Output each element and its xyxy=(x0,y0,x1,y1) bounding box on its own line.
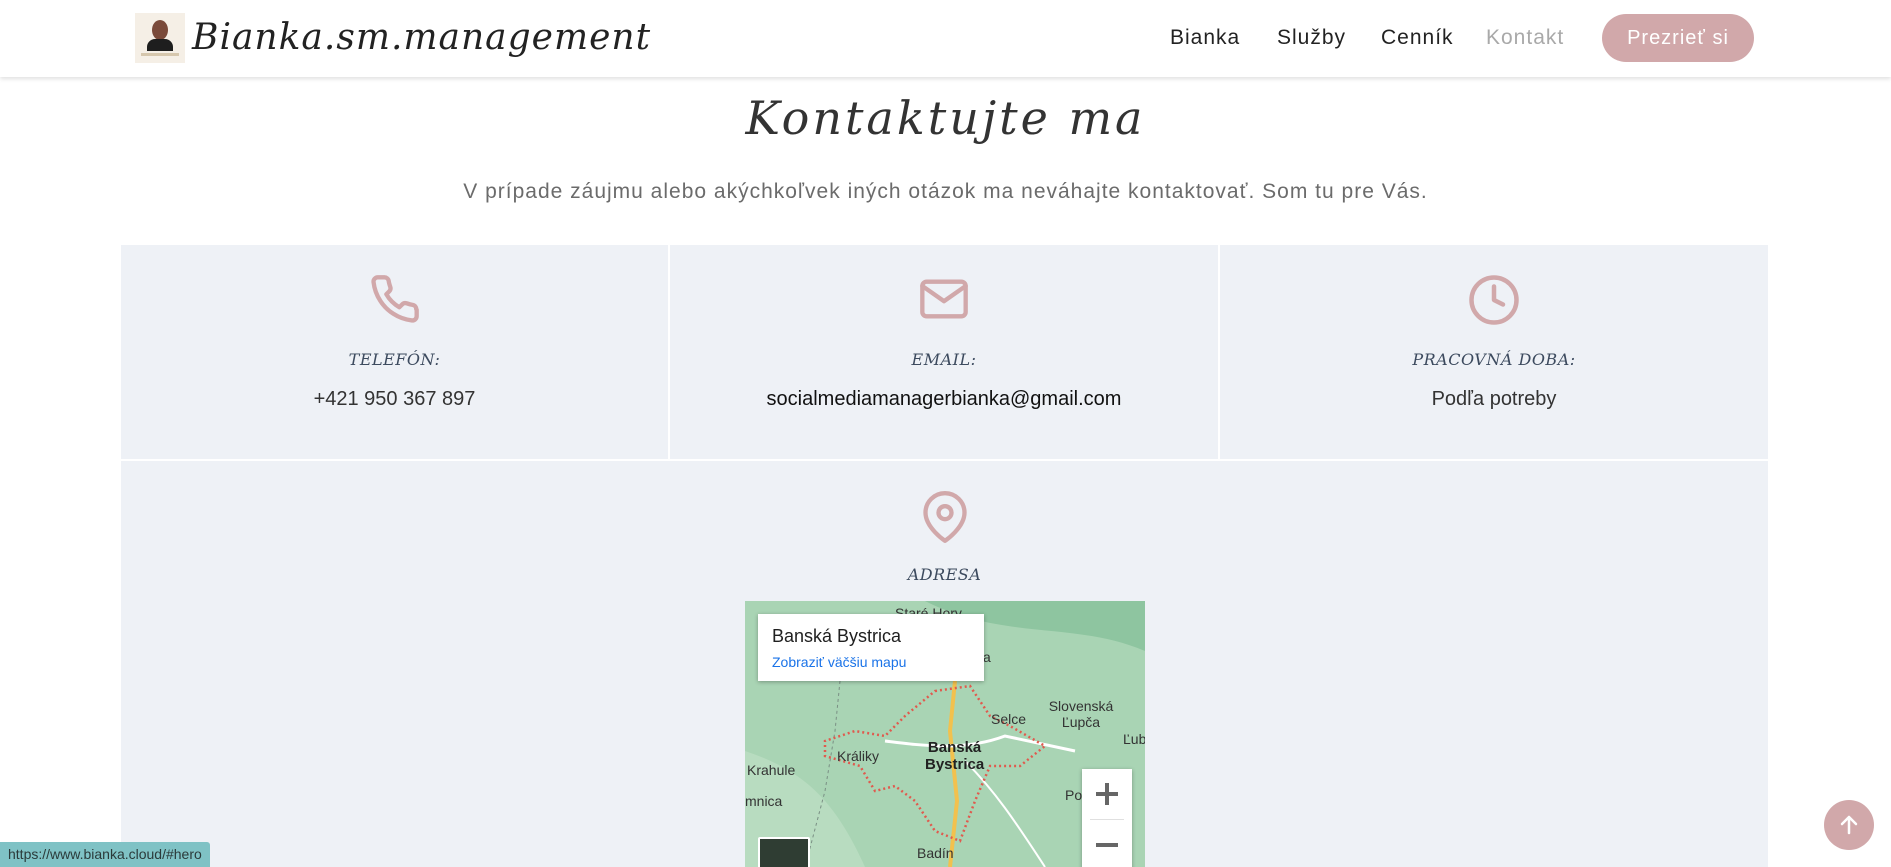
section-subtitle: V prípade záujmu alebo akýchkoľvek iných… xyxy=(463,180,1428,203)
map-label-banska-bystrica: Banská Bystrica xyxy=(925,739,985,773)
map-label-kraliky: Králiky xyxy=(837,748,880,764)
clock-icon xyxy=(1220,273,1768,332)
logo-portrait xyxy=(152,20,168,40)
hours-label: PRACOVNÁ DOBA: xyxy=(1412,350,1576,369)
phone-label: TELEFÓN: xyxy=(348,350,441,369)
address-label: ADRESA xyxy=(907,565,982,584)
email-value[interactable]: socialmediamanagerbianka@gmail.com xyxy=(670,388,1218,411)
map-label-krahule: Krahule xyxy=(747,762,796,778)
nav-item-bianka[interactable]: Bianka xyxy=(1170,22,1240,54)
cta-button[interactable]: Prezrieť si xyxy=(1602,14,1754,62)
map-pin-icon xyxy=(121,489,1768,550)
map-label-a: a xyxy=(983,649,991,665)
back-to-top-button[interactable] xyxy=(1824,800,1874,850)
email-label: EMAIL: xyxy=(911,350,977,369)
map-type-toggle[interactable] xyxy=(758,837,810,867)
phone-icon xyxy=(121,273,668,330)
map-place-title: Banská Bystrica xyxy=(772,626,902,646)
nav-item-sluzby[interactable]: Služby xyxy=(1277,22,1346,54)
map-label-slovenska-lupca: Slovenská Ľupča xyxy=(1048,698,1114,730)
nav-item-cennik[interactable]: Cenník xyxy=(1381,22,1454,54)
status-bar-url: https://www.bianka.cloud/#hero xyxy=(0,842,210,867)
contact-box-email: EMAIL: socialmediamanagerbianka@gmail.co… xyxy=(670,245,1218,459)
map-info-card: Banská Bystrica Zobraziť väčšiu mapu xyxy=(758,614,984,681)
zoom-out-button[interactable] xyxy=(1082,820,1132,867)
zoom-in-button[interactable] xyxy=(1082,769,1132,819)
embedded-map[interactable]: Staré Hory a Selce Slovenská Ľupča Ľub K… xyxy=(745,601,1145,867)
map-label-po: Po xyxy=(1065,787,1083,803)
map-zoom-controls xyxy=(1082,769,1132,867)
brand-name[interactable]: Bianka.sm.management xyxy=(192,16,651,60)
plus-icon xyxy=(1096,783,1118,805)
map-label-mnica: mnica xyxy=(745,793,783,809)
map-label-lub: Ľub xyxy=(1123,731,1145,747)
logo-portrait-body xyxy=(147,39,173,51)
contact-box-phone: TELEFÓN: +421 950 367 897 xyxy=(121,245,668,459)
page-title: Kontaktujte ma xyxy=(745,91,1146,145)
larger-map-link[interactable]: Zobraziť väčšiu mapu xyxy=(772,654,906,670)
site-header: Bianka.sm.management Bianka Služby Cenní… xyxy=(0,0,1891,77)
map-label-selce: Selce xyxy=(991,711,1027,727)
logo-caption-line xyxy=(141,53,179,56)
contact-box-hours: PRACOVNÁ DOBA: Podľa potreby xyxy=(1220,245,1768,459)
arrow-up-icon xyxy=(1840,815,1858,835)
phone-value[interactable]: +421 950 367 897 xyxy=(121,388,668,411)
map-label-badin: Badín xyxy=(917,845,954,861)
hours-value: Podľa potreby xyxy=(1431,388,1557,410)
nav-item-kontakt[interactable]: Kontakt xyxy=(1486,22,1564,54)
logo-image[interactable] xyxy=(135,13,185,63)
envelope-icon xyxy=(670,273,1218,330)
minus-icon xyxy=(1096,843,1118,847)
